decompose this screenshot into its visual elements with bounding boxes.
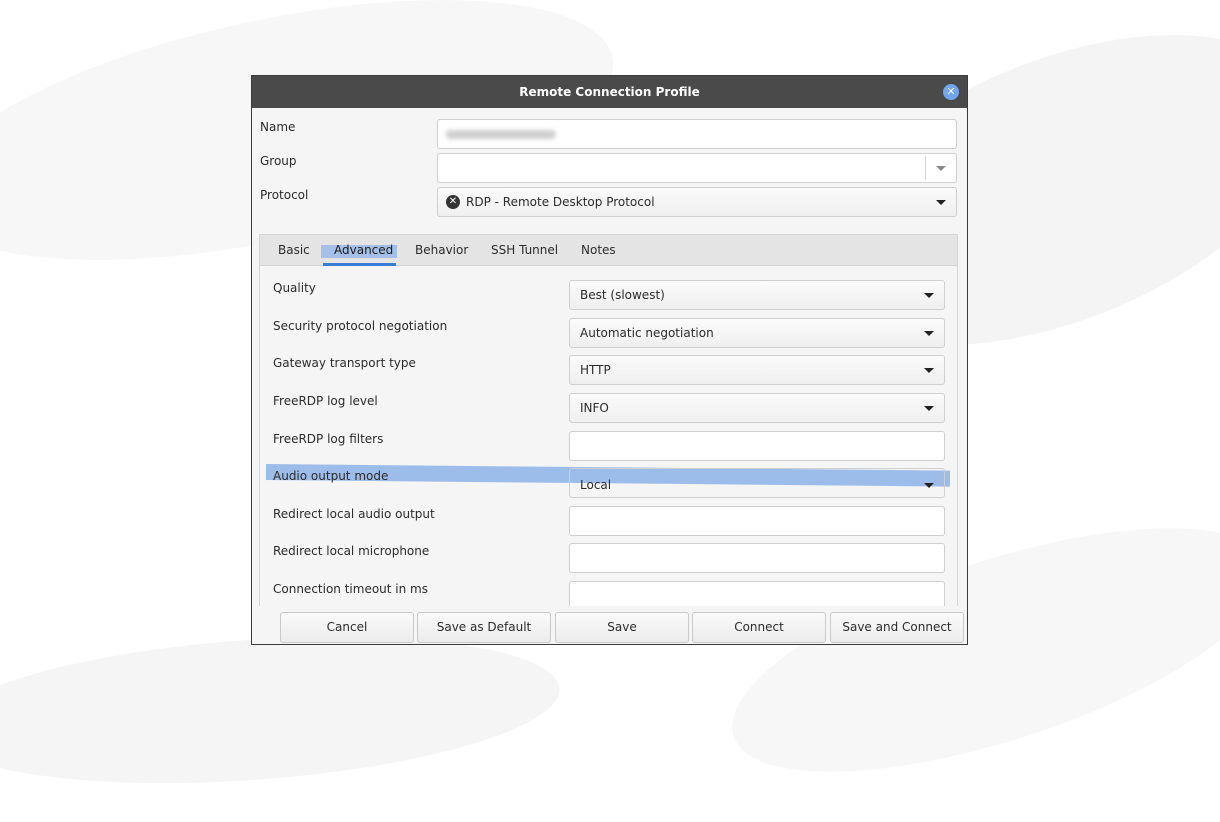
security-negotiation-value: Automatic negotiation <box>580 326 714 340</box>
dialog-titlebar[interactable]: Remote Connection Profile ✕ <box>252 76 967 108</box>
chevron-down-icon <box>924 483 934 488</box>
dialog-title: Remote Connection Profile <box>519 85 700 99</box>
gateway-transport-value: HTTP <box>580 363 611 377</box>
tab-behavior[interactable]: Behavior <box>415 243 468 257</box>
connect-button[interactable]: Connect <box>692 612 826 643</box>
redirect-microphone-input[interactable] <box>569 543 945 573</box>
quality-select[interactable]: Best (slowest) <box>569 280 945 310</box>
dialog-button-row: Cancel Save as Default Save Connect Save… <box>280 612 966 644</box>
freerdp-log-level-select[interactable]: INFO <box>569 393 945 423</box>
quality-value: Best (slowest) <box>580 288 665 302</box>
group-combo-entry[interactable] <box>437 153 957 183</box>
audio-output-mode-label: Audio output mode <box>273 469 389 483</box>
connection-timeout-label: Connection timeout in ms <box>273 582 428 596</box>
security-negotiation-select[interactable]: Automatic negotiation <box>569 318 945 348</box>
name-value-blurred <box>446 130 556 139</box>
tab-basic[interactable]: Basic <box>278 243 310 257</box>
redirect-microphone-label: Redirect local microphone <box>273 544 430 558</box>
chevron-down-icon[interactable] <box>936 166 946 171</box>
gateway-transport-label: Gateway transport type <box>273 356 416 370</box>
background-swoosh <box>0 618 565 802</box>
protocol-label: Protocol <box>260 188 309 202</box>
protocol-value: RDP - Remote Desktop Protocol <box>466 195 655 209</box>
chevron-down-icon <box>924 293 934 298</box>
tab-bar: Basic Advanced Behavior SSH Tunnel Notes <box>259 234 958 266</box>
chevron-down-icon <box>936 200 946 205</box>
redirect-audio-output-input[interactable] <box>569 506 945 536</box>
freerdp-log-filters-input[interactable] <box>569 431 945 461</box>
chevron-down-icon <box>924 406 934 411</box>
tab-notes[interactable]: Notes <box>581 243 616 257</box>
tab-advanced[interactable]: Advanced <box>334 243 393 257</box>
save-and-connect-button[interactable]: Save and Connect <box>830 612 964 643</box>
group-label: Group <box>260 154 297 168</box>
gateway-transport-select[interactable]: HTTP <box>569 355 945 385</box>
tab-ssh-tunnel[interactable]: SSH Tunnel <box>491 243 558 257</box>
cancel-button[interactable]: Cancel <box>280 612 414 643</box>
security-negotiation-label: Security protocol negotiation <box>273 319 448 333</box>
freerdp-log-level-value: INFO <box>580 401 609 415</box>
chevron-down-icon <box>924 368 934 373</box>
chevron-down-icon <box>924 331 934 336</box>
audio-output-mode-value: Local <box>580 478 612 492</box>
quality-label: Quality <box>273 281 316 295</box>
group-separator <box>925 156 926 180</box>
close-icon[interactable]: ✕ <box>943 84 959 100</box>
save-as-default-button[interactable]: Save as Default <box>417 612 551 643</box>
audio-output-mode-select[interactable]: Local <box>569 468 945 498</box>
name-label: Name <box>260 120 296 134</box>
protocol-select[interactable]: ✕ RDP - Remote Desktop Protocol <box>437 187 957 217</box>
freerdp-log-filters-label: FreeRDP log filters <box>273 432 384 446</box>
name-input[interactable] <box>437 119 957 149</box>
freerdp-log-level-label: FreeRDP log level <box>273 394 378 408</box>
advanced-tab-panel: Quality Best (slowest) Security protocol… <box>259 266 958 606</box>
redirect-audio-output-label: Redirect local audio output <box>273 507 435 521</box>
connection-timeout-input[interactable] <box>569 581 945 606</box>
rdp-protocol-icon: ✕ <box>446 195 460 209</box>
remote-connection-profile-dialog: Remote Connection Profile ✕ Name Group P… <box>251 75 968 645</box>
save-button[interactable]: Save <box>555 612 689 643</box>
